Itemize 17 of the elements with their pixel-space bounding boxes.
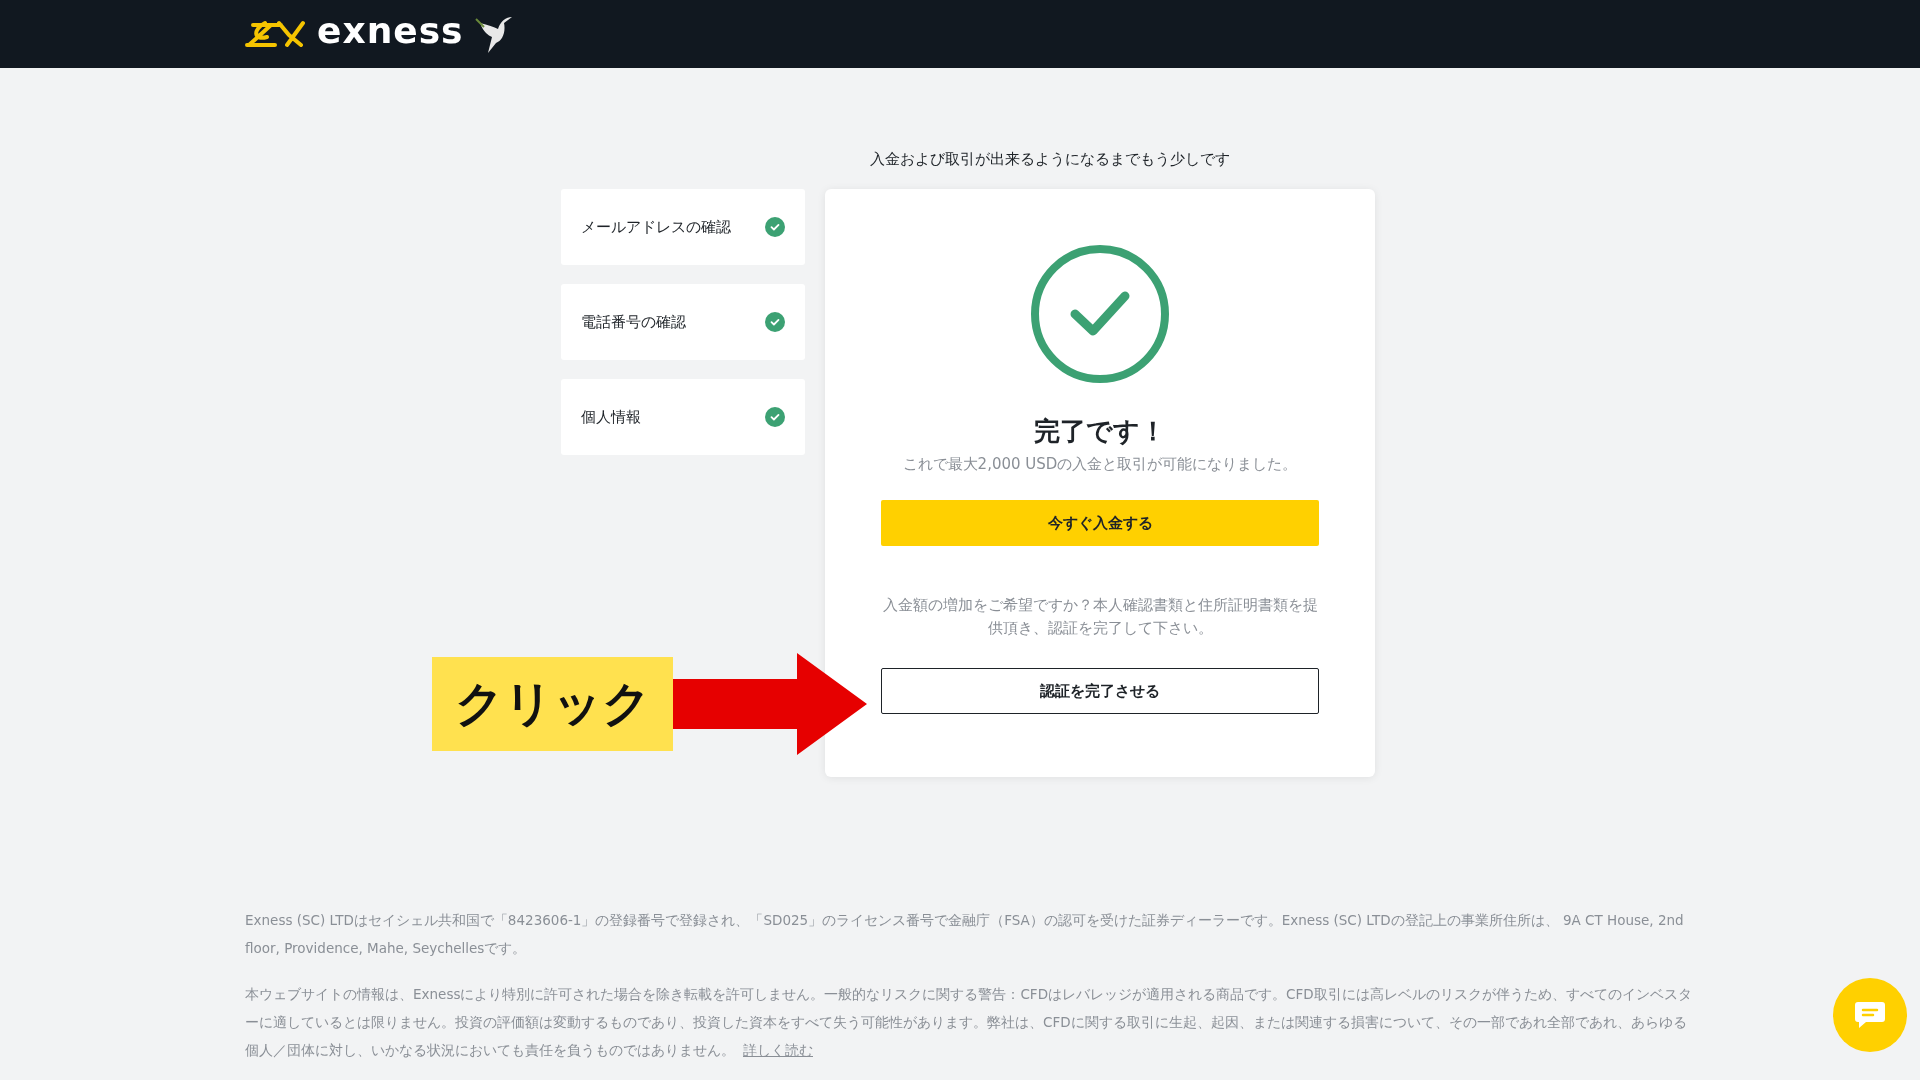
success-check-icon xyxy=(1030,244,1170,384)
footer-paragraph: Exness (SC) LTDはセイシェル共和国で「8423606-1」の登録番号で登録され、「SD025」のライセンス番号で金融庁（FSA）の認可を受けた証券ディーラーです。Exness (SC) LTDの登記上の事業所住所は、 9A CT House, 2nd floor, Providence, Mahe, Seychellesです。 xyxy=(245,911,1685,958)
verify-button[interactable]: 認証を完了させる xyxy=(881,668,1319,714)
callout-label: クリック xyxy=(432,657,673,751)
step-label: 電話番号の確認 xyxy=(581,312,686,332)
card-message: これで最大2,000 USDの入金と取引が可能になりました。 xyxy=(902,455,1298,474)
logo-text: exness xyxy=(317,9,464,51)
help-text: 入金額の増加をご希望ですか？本人確認書類と住所証明書類を提供頂き、認証を完了して下さい。 xyxy=(881,595,1319,639)
logo-icon xyxy=(245,19,307,49)
step-label: メールアドレスの確認 xyxy=(581,217,731,237)
footer-paragraph: 本ウェブサイトの情報は、Exnessにより特別に許可された場合を除き転載を許可しません。一般的なリスクに関する警告：CFDはレバレッジが適用される商品です。CFD取引には高レベルのリスクが伴うため、すべてのインベスターに適しているとは限りません。投資の評価額は変動するものであり、投資した資本をすべて失う可能性があります。弊社は、CFDに関する取引に生起、起因、または関連する損害について、その一部であれ全部であれ、あらゆる個人／団体に対し、いかなる状況においても責任を負うものではありません。 詳しく読む xyxy=(245,985,1693,1060)
card-title: 完了です！ xyxy=(1034,415,1166,448)
deposit-button[interactable]: 今すぐ入金する xyxy=(881,500,1319,546)
chat-icon xyxy=(1854,1000,1886,1030)
intro-text: 入金および取引が出来るようになるまでもう少しです xyxy=(869,150,1231,169)
step-label: 個人情報 xyxy=(581,407,641,427)
arrow-icon xyxy=(673,653,867,755)
